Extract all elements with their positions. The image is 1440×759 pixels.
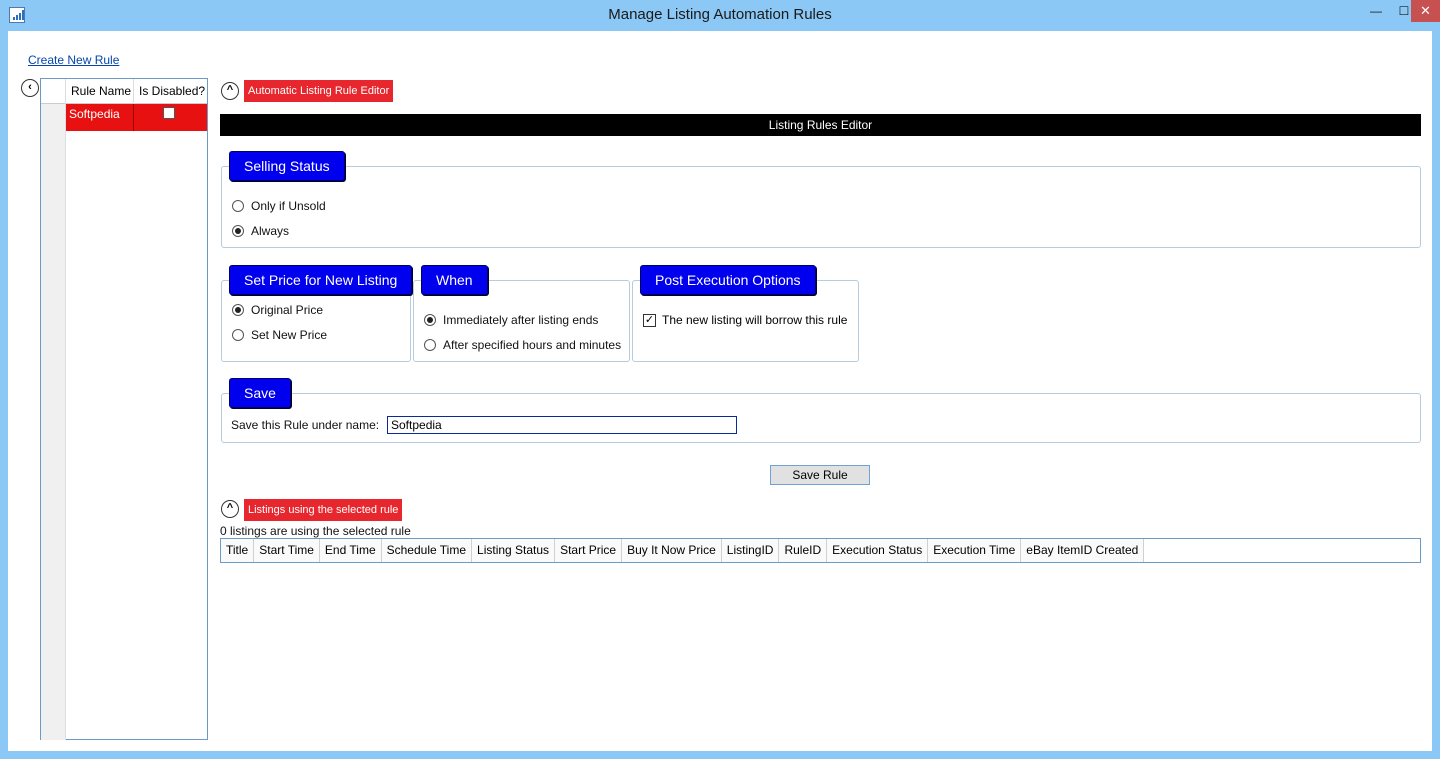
app-window: Manage Listing Automation Rules — ☐ ✕ Cr…	[0, 0, 1440, 759]
checkmark-icon[interactable]: ✓	[643, 313, 656, 327]
radio-set-new-price[interactable]: Set New Price	[232, 328, 327, 342]
save-name-label: Save this Rule under name:	[231, 418, 380, 432]
listings-count-text: 0 listings are using the selected rule	[220, 524, 411, 538]
column-header-rule-id[interactable]: RuleID	[779, 539, 828, 562]
rules-grid-header: Rule Name Is Disabled?	[41, 79, 207, 104]
column-header-start-time[interactable]: Start Time	[254, 539, 320, 562]
post-execution-title: Post Execution Options	[640, 265, 816, 295]
editor-title-bar: Listing Rules Editor	[220, 114, 1421, 136]
borrow-rule-checkbox[interactable]: ✓ The new listing will borrow this rule	[643, 313, 847, 327]
column-header-title[interactable]: Title	[221, 539, 255, 562]
radio-dot[interactable]	[424, 339, 436, 351]
window-title: Manage Listing Automation Rules	[608, 6, 832, 23]
close-button[interactable]: ✕	[1411, 0, 1440, 22]
radio-label: Set New Price	[251, 328, 328, 342]
rules-grid: Rule Name Is Disabled? Softpedia	[40, 78, 208, 740]
when-title: When	[421, 265, 488, 295]
column-header-rule-name[interactable]: Rule Name	[66, 79, 134, 104]
listings-section-tag: Listings using the selected rule	[244, 499, 403, 521]
column-header-schedule-time[interactable]: Schedule Time	[382, 539, 473, 562]
radio-dot[interactable]	[232, 200, 244, 212]
radio-dot[interactable]	[232, 329, 244, 341]
radio-always[interactable]: Always	[232, 224, 289, 238]
listings-grid: Title Start Time End Time Schedule Time …	[220, 538, 1421, 563]
radio-label: After specified hours and minutes	[443, 338, 622, 352]
is-disabled-checkbox[interactable]	[163, 107, 175, 119]
radio-immediately[interactable]: Immediately after listing ends	[424, 313, 598, 327]
column-header-listing-status[interactable]: Listing Status	[472, 539, 556, 562]
title-bar: Manage Listing Automation Rules — ☐ ✕	[0, 0, 1440, 30]
column-header-ebay-itemid-created[interactable]: eBay ItemID Created	[1021, 539, 1145, 562]
selling-status-title: Selling Status	[229, 151, 345, 181]
column-header-listing-id[interactable]: ListingID	[722, 539, 780, 562]
row-header-corner	[41, 79, 66, 104]
client-area: Create New Rule ‹ Rule Name Is Disabled?…	[8, 31, 1432, 751]
create-new-rule-link[interactable]: Create New Rule	[28, 53, 119, 67]
column-header-end-time[interactable]: End Time	[320, 539, 382, 562]
column-header-is-disabled[interactable]: Is Disabled?	[134, 79, 207, 104]
radio-original-price[interactable]: Original Price	[232, 303, 323, 317]
radio-label: Immediately after listing ends	[443, 313, 599, 327]
radio-after-specified[interactable]: After specified hours and minutes	[424, 338, 621, 352]
save-rule-button[interactable]: Save Rule	[770, 465, 870, 485]
set-price-title: Set Price for New Listing	[229, 265, 413, 295]
editor-section-tag: Automatic Listing Rule Editor	[244, 80, 394, 102]
rule-name-cell[interactable]: Softpedia	[68, 104, 134, 131]
radio-label: Original Price	[251, 303, 324, 317]
minimize-button[interactable]: —	[1362, 0, 1390, 22]
rule-name-input[interactable]	[387, 416, 737, 434]
collapse-editor-button[interactable]: ^	[221, 82, 239, 100]
column-header-execution-time[interactable]: Execution Time	[928, 539, 1022, 562]
row-header-column	[41, 104, 66, 740]
collapse-sidebar-button[interactable]: ‹	[21, 79, 39, 97]
selling-status-group	[221, 166, 1421, 248]
column-header-buy-it-now-price[interactable]: Buy It Now Price	[622, 539, 722, 562]
radio-label: Always	[251, 224, 290, 238]
radio-label: Only if Unsold	[251, 199, 326, 213]
save-title: Save	[229, 378, 291, 408]
radio-dot-selected[interactable]	[232, 304, 244, 316]
radio-dot-selected[interactable]	[424, 314, 436, 326]
table-row[interactable]: Softpedia	[66, 104, 207, 131]
radio-only-if-unsold[interactable]: Only if Unsold	[232, 199, 326, 213]
collapse-listings-button[interactable]: ^	[221, 500, 239, 518]
column-header-execution-status[interactable]: Execution Status	[827, 539, 929, 562]
listings-grid-header: Title Start Time End Time Schedule Time …	[221, 539, 1145, 562]
radio-dot-selected[interactable]	[232, 225, 244, 237]
column-header-start-price[interactable]: Start Price	[555, 539, 623, 562]
checkbox-label: The new listing will borrow this rule	[662, 313, 848, 327]
